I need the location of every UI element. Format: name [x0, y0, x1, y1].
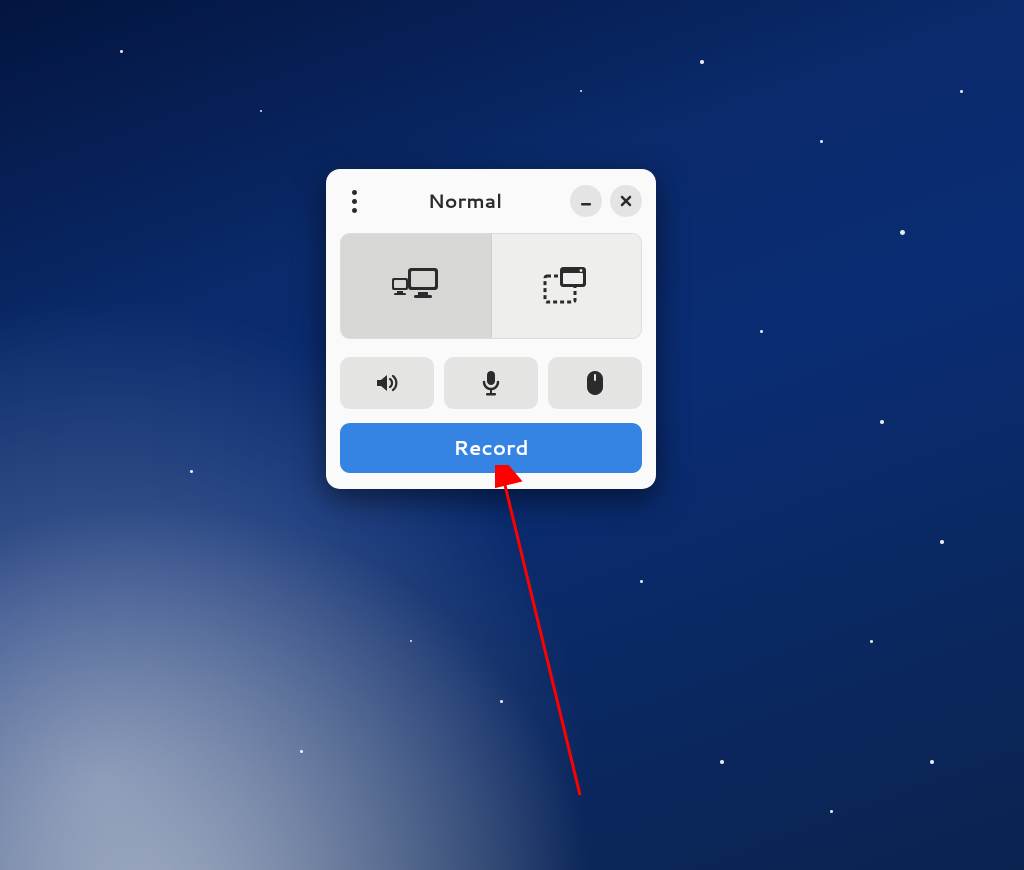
wallpaper-edge — [0, 60, 234, 870]
minimize-icon — [579, 194, 593, 208]
mode-screen-button[interactable] — [341, 234, 491, 338]
selection-icon — [540, 264, 592, 308]
star — [830, 810, 833, 813]
star — [870, 640, 873, 643]
microphone-icon — [479, 369, 503, 397]
speaker-icon — [373, 369, 401, 397]
star — [760, 330, 763, 333]
star — [900, 230, 905, 235]
star — [940, 540, 944, 544]
close-button[interactable] — [610, 185, 642, 217]
window-title: Normal — [368, 188, 562, 215]
star — [640, 580, 643, 583]
recorder-window: Normal — [326, 169, 656, 489]
star — [700, 60, 704, 64]
star — [300, 750, 303, 753]
toggle-row — [340, 357, 642, 409]
star — [410, 640, 412, 642]
mouse-icon — [584, 369, 606, 397]
record-button[interactable]: Record — [340, 423, 642, 473]
desktop-wallpaper: Normal — [0, 0, 1024, 870]
star — [500, 700, 503, 703]
speaker-toggle[interactable] — [340, 357, 434, 409]
star — [190, 470, 193, 473]
record-button-label: Record — [453, 434, 528, 462]
star — [720, 760, 724, 764]
menu-button[interactable] — [340, 190, 368, 213]
close-icon — [619, 194, 633, 208]
star — [120, 50, 123, 53]
star — [580, 90, 582, 92]
star — [880, 420, 884, 424]
annotation-arrow — [495, 465, 615, 815]
titlebar: Normal — [340, 181, 642, 221]
star — [960, 90, 963, 93]
minimize-button[interactable] — [570, 185, 602, 217]
star — [260, 110, 262, 112]
mouse-toggle[interactable] — [548, 357, 642, 409]
star — [930, 760, 934, 764]
microphone-toggle[interactable] — [444, 357, 538, 409]
screen-icon — [386, 264, 446, 308]
mode-selection-button[interactable] — [491, 234, 642, 338]
star — [820, 140, 823, 143]
capture-mode-group — [340, 233, 642, 339]
